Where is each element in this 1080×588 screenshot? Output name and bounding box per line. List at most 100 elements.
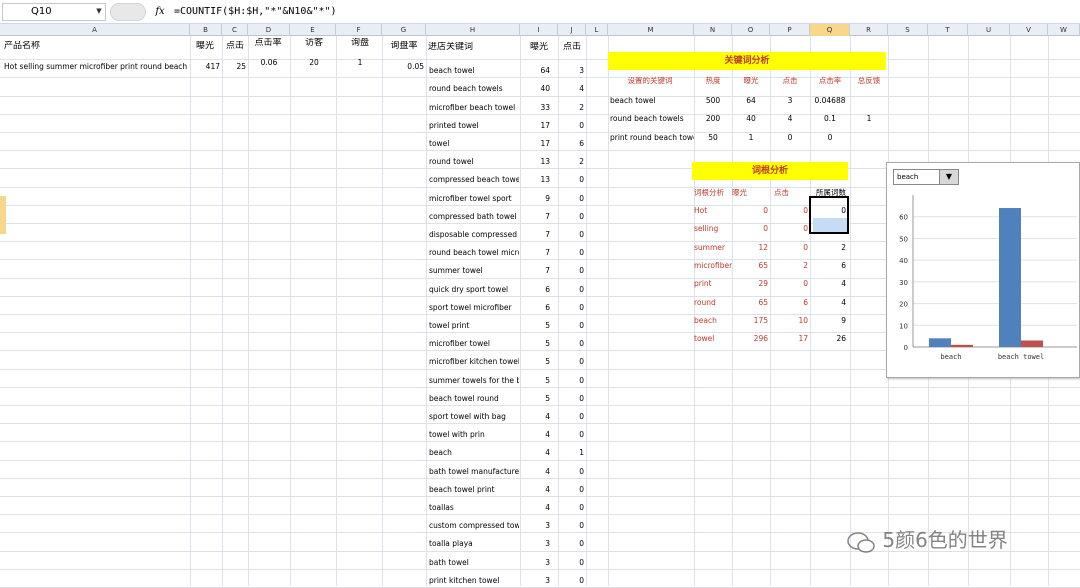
dropdown-arrow-icon[interactable]: ▼ [939, 170, 958, 184]
root-clicks-cell[interactable]: 6 [770, 298, 808, 308]
column-header-s[interactable]: S [888, 24, 928, 36]
keyword-clicks-cell[interactable]: 0 [558, 576, 584, 586]
keyword-cell[interactable]: sport towel with bag [429, 412, 519, 422]
keyword-exposure-cell[interactable]: 4 [520, 485, 550, 495]
header-inquiry-rate[interactable]: 询盘率 [382, 41, 426, 51]
keyword-cell[interactable]: bath towel manufacturer [429, 467, 519, 477]
kw-analysis-ctr-cell[interactable]: 0.04688 [810, 96, 850, 106]
keyword-cell[interactable]: microfiber beach towel [429, 103, 519, 113]
name-box[interactable]: Q10 [2, 3, 106, 21]
root-word-cell[interactable]: microfiber [694, 261, 732, 271]
root-clicks-cell[interactable]: 0 [770, 206, 808, 216]
kw-analysis-exposure-cell[interactable]: 64 [732, 96, 770, 106]
root-exposure-cell[interactable]: 65 [732, 261, 768, 271]
header-kw-clicks[interactable]: 点击 [558, 42, 586, 52]
kw-analysis-header-kw[interactable]: 设置的关键词 [608, 76, 692, 86]
keyword-cell[interactable]: summer towels for the beach [429, 376, 519, 386]
keyword-exposure-cell[interactable]: 4 [520, 448, 550, 458]
keyword-clicks-cell[interactable]: 2 [558, 103, 584, 113]
root-clicks-cell[interactable]: 0 [770, 224, 808, 234]
keyword-clicks-cell[interactable]: 0 [558, 175, 584, 185]
kw-analysis-header-heat[interactable]: 热度 [694, 76, 732, 86]
header-visitors[interactable]: 访客 [292, 38, 336, 48]
keyword-exposure-cell[interactable]: 5 [520, 357, 550, 367]
keyword-cell[interactable]: microfiber towel sport [429, 194, 519, 204]
product-name-cell[interactable]: Hot selling summer microfiber print roun… [4, 62, 190, 72]
product-inquiry-rate-cell[interactable]: 0.05 [382, 62, 424, 72]
keyword-clicks-cell[interactable]: 0 [558, 212, 584, 222]
keyword-exposure-cell[interactable]: 7 [520, 230, 550, 240]
keyword-clicks-cell[interactable]: 0 [558, 121, 584, 131]
keyword-exposure-cell[interactable]: 6 [520, 303, 550, 313]
keyword-exposure-cell[interactable]: 17 [520, 121, 550, 131]
product-clicks-cell[interactable]: 25 [222, 62, 246, 72]
keyword-cell[interactable]: beach towel round [429, 394, 519, 404]
kw-analysis-header-fb[interactable]: 总反馈 [850, 76, 888, 86]
root-count-cell[interactable]: 26 [810, 334, 846, 344]
insert-function-icon[interactable]: fx [150, 4, 170, 20]
kw-analysis-header-exposure[interactable]: 曝光 [732, 76, 770, 86]
root-exposure-cell[interactable]: 12 [732, 243, 768, 253]
keyword-clicks-cell[interactable]: 0 [558, 503, 584, 513]
root-exposure-cell[interactable]: 296 [732, 334, 768, 344]
column-header-m[interactable]: M [608, 24, 694, 36]
kw-analysis-heat-cell[interactable]: 200 [694, 114, 732, 124]
keyword-exposure-cell[interactable]: 3 [520, 521, 550, 531]
keyword-exposure-cell[interactable]: 7 [520, 266, 550, 276]
keyword-cell[interactable]: custom compressed towel [429, 521, 519, 531]
keyword-clicks-cell[interactable]: 0 [558, 394, 584, 404]
kw-analysis-kw-cell[interactable]: beach towel [610, 96, 694, 106]
column-header-c[interactable]: C [222, 24, 248, 36]
root-count-cell[interactable]: 9 [810, 316, 846, 326]
keyword-clicks-cell[interactable]: 1 [558, 448, 584, 458]
bar-chart[interactable]: beach ▼ 0102030405060beachbeach towelb [886, 162, 1080, 378]
formula-controls[interactable] [110, 3, 146, 21]
root-clicks-cell[interactable]: 0 [770, 243, 808, 253]
keyword-cell[interactable]: beach towel [429, 66, 519, 76]
keyword-exposure-cell[interactable]: 5 [520, 394, 550, 404]
kw-analysis-exposure-cell[interactable]: 1 [732, 133, 770, 143]
keyword-clicks-cell[interactable]: 0 [558, 266, 584, 276]
keyword-cell[interactable]: microfiber kitchen towel [429, 357, 519, 367]
kw-analysis-heat-cell[interactable]: 500 [694, 96, 732, 106]
root-word-cell[interactable]: round [694, 298, 732, 308]
keyword-cell[interactable]: print kitchen towel [429, 576, 519, 586]
kw-analysis-clicks-cell[interactable]: 0 [770, 133, 810, 143]
keyword-cell[interactable]: printed towel [429, 121, 519, 131]
keyword-clicks-cell[interactable]: 0 [558, 303, 584, 313]
column-header-p[interactable]: P [770, 24, 810, 36]
column-header-f[interactable]: F [336, 24, 382, 36]
root-word-cell[interactable]: summer [694, 243, 732, 253]
keyword-exposure-cell[interactable]: 3 [520, 576, 550, 586]
chart-filter-dropdown[interactable]: beach ▼ [893, 169, 959, 185]
keyword-cell[interactable]: bath towel [429, 558, 519, 568]
root-header-clicks[interactable]: 点击 [774, 188, 810, 198]
column-header-v[interactable]: V [1010, 24, 1048, 36]
root-clicks-cell[interactable]: 10 [770, 316, 808, 326]
keyword-exposure-cell[interactable]: 4 [520, 467, 550, 477]
column-header-i[interactable]: I [520, 24, 558, 36]
keyword-cell[interactable]: compressed beach towel [429, 175, 519, 185]
active-cell-selection[interactable] [809, 196, 849, 234]
kw-analysis-header-ctr[interactable]: 点击率 [810, 76, 850, 86]
keyword-clicks-cell[interactable]: 3 [558, 66, 584, 76]
column-header-n[interactable]: N [694, 24, 732, 36]
kw-analysis-clicks-cell[interactable]: 4 [770, 114, 810, 124]
root-word-cell[interactable]: beach [694, 316, 732, 326]
formula-input[interactable]: =COUNTIF($H:$H,"*"&N10&"*") [174, 5, 337, 19]
root-count-cell[interactable]: 4 [810, 298, 846, 308]
column-header-j[interactable]: J [558, 24, 586, 36]
root-word-cell[interactable]: print [694, 279, 732, 289]
keyword-cell[interactable]: beach [429, 448, 519, 458]
keyword-clicks-cell[interactable]: 0 [558, 339, 584, 349]
keyword-cell[interactable]: beach towel print [429, 485, 519, 495]
root-count-cell[interactable]: 6 [810, 261, 846, 271]
name-box-dropdown-icon[interactable]: ▼ [94, 4, 104, 18]
keyword-exposure-cell[interactable]: 6 [520, 285, 550, 295]
keyword-clicks-cell[interactable]: 0 [558, 485, 584, 495]
keyword-clicks-cell[interactable]: 0 [558, 430, 584, 440]
keyword-cell[interactable]: disposable compressed [429, 230, 519, 240]
column-header-q[interactable]: Q [810, 24, 850, 36]
product-exposure-cell[interactable]: 417 [190, 62, 220, 72]
root-exposure-cell[interactable]: 0 [732, 224, 768, 234]
